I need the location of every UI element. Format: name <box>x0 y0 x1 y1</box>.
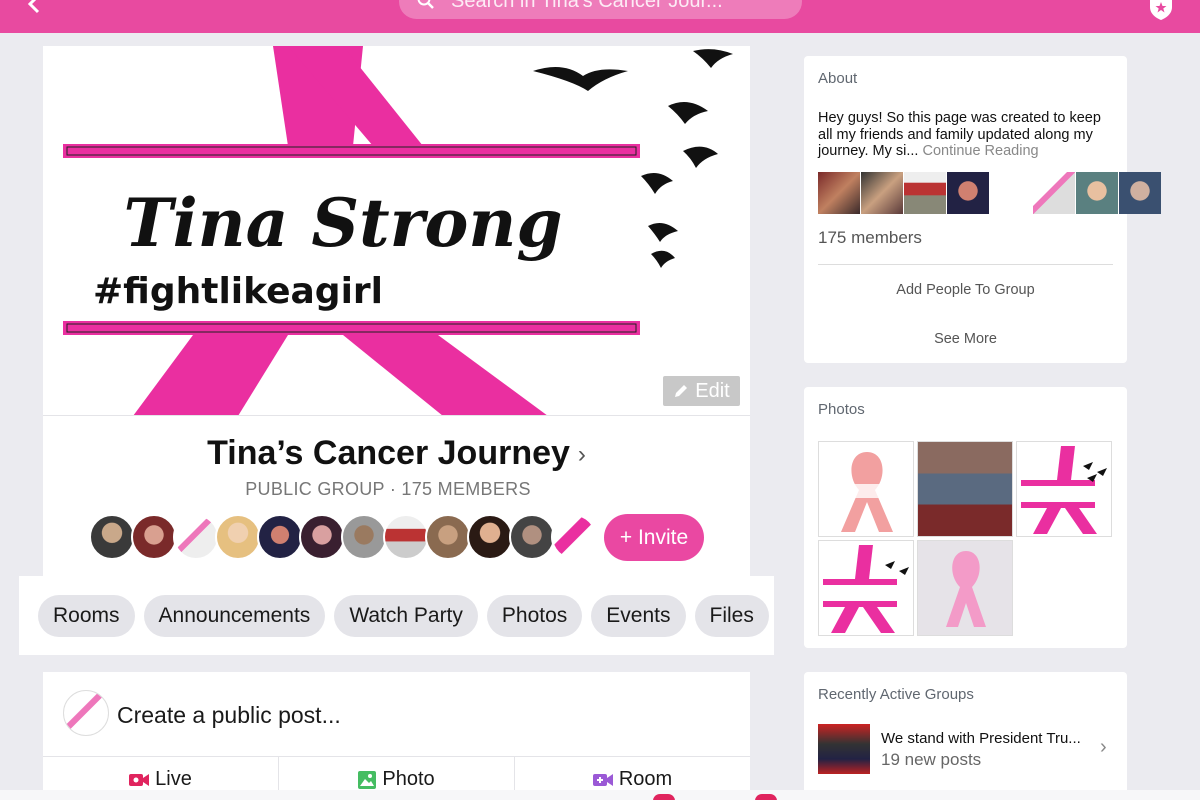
edit-cover-button[interactable]: Edit <box>663 376 740 406</box>
bottom-bar <box>0 790 1200 800</box>
thumbnail[interactable] <box>990 172 1032 214</box>
cover-hashtag-text: #fightlikeagirl <box>93 271 383 312</box>
search-placeholder: Search in Tina's Cancer Jour... <box>451 0 723 12</box>
group-header-card: Tina Strong #fightlikeagirl Edit Tina’s … <box>43 46 750 576</box>
photo-icon <box>358 770 377 789</box>
photo-thumbnail[interactable] <box>917 441 1013 537</box>
tab-photos[interactable]: Photos <box>486 595 583 637</box>
about-photo-strip <box>818 172 1162 214</box>
add-people-link[interactable]: Add People To Group <box>804 282 1127 298</box>
continue-reading-link[interactable]: Continue Reading <box>918 143 1038 159</box>
avatar[interactable] <box>467 514 513 560</box>
edit-label: Edit <box>695 379 730 402</box>
thumbnail[interactable] <box>861 172 903 214</box>
member-count: 175 members <box>818 228 922 247</box>
group-subtitle: PUBLIC GROUP · 175 MEMBERS <box>245 479 531 499</box>
avatar[interactable] <box>173 514 219 560</box>
member-avatars[interactable] <box>89 514 597 562</box>
photo-thumbnail[interactable] <box>917 540 1013 636</box>
thumbnail[interactable] <box>1119 172 1161 214</box>
recent-groups-heading: Recently Active Groups <box>818 686 974 703</box>
photos-card: Photos <box>804 387 1127 648</box>
thumbnail[interactable] <box>818 172 860 214</box>
room-video-icon <box>592 773 613 786</box>
about-card: About Hey guys! So this page was created… <box>804 56 1161 363</box>
cover-ribbon-graphic: Tina Strong #fightlikeagirl <box>63 46 733 415</box>
photo-thumbnail[interactable] <box>818 441 914 537</box>
avatar[interactable] <box>257 514 303 560</box>
create-post-input[interactable]: Create a public post... <box>117 702 341 729</box>
about-description: Hey guys! So this page was created to ke… <box>818 110 1118 160</box>
search-input[interactable]: Search in Tina's Cancer Jour... <box>399 0 802 19</box>
notification-badge <box>653 794 675 800</box>
avatar[interactable] <box>551 514 597 560</box>
group-tabs-bar: Rooms Announcements Watch Party Photos E… <box>19 576 774 655</box>
group-name-text: Tina’s Cancer Journey <box>207 434 570 472</box>
see-more-link[interactable]: See More <box>804 331 1127 347</box>
thumbnail[interactable] <box>947 172 989 214</box>
tab-events[interactable]: Events <box>591 595 686 637</box>
group-thumbnail <box>818 724 870 774</box>
tab-announcements[interactable]: Announcements <box>143 595 326 637</box>
group-name[interactable]: Tina’s Cancer Journey › <box>43 434 750 473</box>
cover-photo: Tina Strong #fightlikeagirl Edit <box>43 46 750 416</box>
notification-badge <box>755 794 777 800</box>
thumbnail[interactable] <box>1033 172 1075 214</box>
photos-heading: Photos <box>818 401 865 418</box>
recent-group-posts: 19 new posts <box>881 750 982 769</box>
chevron-right-icon: › <box>1100 736 1107 758</box>
live-label: Live <box>155 768 192 790</box>
photo-thumbnail[interactable] <box>1016 441 1112 537</box>
search-icon <box>417 0 434 9</box>
avatar[interactable] <box>425 514 471 560</box>
tab-watch-party[interactable]: Watch Party <box>334 595 478 637</box>
avatar[interactable] <box>131 514 177 560</box>
tab-files[interactable]: Files <box>694 595 769 637</box>
tab-rooms[interactable]: Rooms <box>38 595 135 637</box>
photo-label: Photo <box>382 768 435 790</box>
recent-group-name: We stand with President Tru... <box>881 730 1081 747</box>
divider <box>818 264 1113 265</box>
avatar[interactable] <box>383 514 429 560</box>
chevron-right-icon: › <box>577 441 586 469</box>
avatar[interactable] <box>341 514 387 560</box>
top-bar: Search in Tina's Cancer Jour... <box>0 0 1200 33</box>
post-composer: Create a public post... Live Photo Room <box>43 672 750 800</box>
live-video-icon <box>129 773 150 786</box>
avatar[interactable] <box>215 514 261 560</box>
recent-groups-card: Recently Active Groups We stand with Pre… <box>804 672 1127 800</box>
avatar[interactable] <box>509 514 555 560</box>
thumbnail[interactable] <box>1076 172 1118 214</box>
about-heading: About <box>818 70 858 87</box>
pencil-icon <box>675 385 688 397</box>
avatar[interactable] <box>299 514 345 560</box>
recent-group-item[interactable]: We stand with President Tru... 19 new po… <box>818 722 1118 778</box>
composer-avatar <box>63 690 109 736</box>
room-label: Room <box>618 768 673 790</box>
avatar[interactable] <box>89 514 135 560</box>
invite-button[interactable]: + Invite <box>604 514 704 561</box>
admin-shield-icon[interactable] <box>1148 0 1174 20</box>
thumbnail[interactable] <box>904 172 946 214</box>
back-icon[interactable] <box>26 0 54 22</box>
cover-title-text: Tina Strong <box>124 184 563 262</box>
photo-thumbnail[interactable] <box>818 540 914 636</box>
